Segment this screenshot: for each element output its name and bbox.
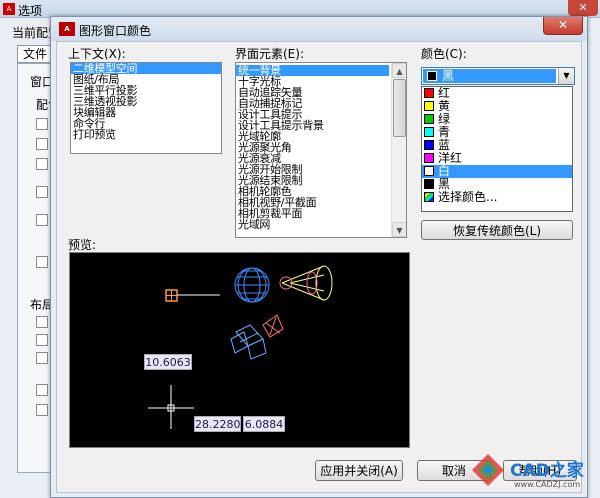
option-checkbox[interactable]: [36, 256, 48, 268]
option-checkbox[interactable]: [36, 186, 48, 198]
crosshair-cursor-icon: [148, 385, 194, 429]
dimension-radius-tooltip: 10.6063: [144, 354, 192, 370]
interface-element-label: 界面元素(E):: [235, 47, 304, 61]
color-swatch-icon: [424, 101, 434, 111]
context-listbox[interactable]: 二维模型空间 图纸/布局 三维平行投影 三维透视投影 块编辑器 命令行 打印预览: [70, 62, 222, 154]
cad-home-logo-icon: [472, 454, 504, 486]
site-watermark: CAD之家 www.CADZJ.com: [470, 448, 600, 498]
watermark-text: CAD之家: [510, 461, 584, 481]
color-swatch-icon: [424, 166, 434, 176]
black-swatch-icon: [427, 71, 437, 81]
context-item[interactable]: 打印预览: [71, 129, 221, 140]
color-swatch-icon: [424, 114, 434, 124]
context-label: 上下文(X):: [68, 47, 126, 61]
color-swatch-icon: [424, 153, 434, 163]
color-swatch-icon: [424, 88, 434, 98]
scroll-thumb[interactable]: [393, 79, 406, 137]
app-logo-icon: A: [3, 3, 15, 15]
color-palette-icon: [424, 192, 434, 202]
interface-element-items: 统一背景 十字光标 自动追踪矢量 自动捕捉标记 设计工具提示 设计工具提示背景 光域轮廓 光源…: [236, 65, 389, 235]
ucs-marker-icon: [165, 289, 220, 302]
option-checkbox[interactable]: [36, 138, 48, 150]
color-swatch-icon: [424, 179, 434, 189]
watermark-url: www.CADZJ.com: [514, 480, 581, 489]
option-checkbox[interactable]: [36, 158, 48, 170]
color-label: 颜色(C):: [421, 47, 467, 61]
color-option-label: 选择颜色...: [438, 190, 498, 204]
interface-element-scrollbar[interactable]: ▲ ▼: [391, 63, 406, 237]
spotlight-cone-icon: [279, 265, 333, 301]
scroll-up-icon[interactable]: ▲: [392, 63, 406, 78]
camera-model-icon: [230, 314, 284, 360]
option-checkbox[interactable]: [36, 316, 48, 328]
back-window-title: 选项: [18, 4, 43, 18]
interface-element-listbox[interactable]: 统一背景 十字光标 自动追踪矢量 自动捕捉标记 设计工具提示 设计工具提示背景 光域轮廓 光源…: [235, 62, 407, 238]
option-checkbox[interactable]: [36, 404, 48, 416]
apply-and-close-button[interactable]: 应用并关闭(A): [315, 460, 403, 481]
option-checkbox[interactable]: [36, 384, 48, 396]
dimension-y-tooltip: 6.0884: [243, 416, 285, 432]
color-dropdown-list[interactable]: 红黄绿青蓝洋红白黑选择颜色...: [421, 86, 573, 212]
color-swatch-icon: [424, 140, 434, 150]
restore-classic-colors-button[interactable]: 恢复传统颜色(L): [421, 220, 573, 240]
drawing-window-colors-dialog: A 图形窗口颜色 ✕ 上下文(X): 二维模型空间 图纸/布局 三维平行投影 三维透视…: [50, 16, 588, 498]
chevron-down-icon[interactable]: ▼: [558, 68, 574, 84]
dialog-content: 上下文(X): 二维模型空间 图纸/布局 三维平行投影 三维透视投影 块编辑器 命令行 打印…: [56, 41, 582, 493]
interface-element-item[interactable]: 光域网: [236, 219, 389, 230]
tab-files[interactable]: 文件: [17, 45, 53, 63]
option-checkbox[interactable]: [36, 352, 48, 364]
dialog-close-button[interactable]: ✕: [543, 17, 583, 35]
color-swatch-icon: [424, 127, 434, 137]
dialog-titlebar: A 图形窗口颜色 ✕: [51, 17, 587, 41]
preview-canvas: 10.6063 28.2280 6.0884: [69, 252, 410, 448]
globe-light-web-icon: [234, 267, 270, 303]
dialog-title: 图形窗口颜色: [79, 24, 152, 38]
color-option[interactable]: 选择颜色...: [422, 191, 572, 204]
scroll-down-icon[interactable]: ▼: [392, 222, 406, 237]
color-dropdown[interactable]: 黑 ▼: [421, 67, 575, 85]
color-dropdown-value: 黑: [442, 69, 455, 83]
option-checkbox[interactable]: [36, 334, 48, 346]
option-checkbox[interactable]: [36, 214, 48, 226]
option-checkbox[interactable]: [36, 118, 48, 130]
dimension-x-tooltip: 28.2280: [194, 416, 241, 432]
preview-label: 预览:: [68, 238, 97, 252]
app-logo-icon: A: [59, 22, 75, 36]
back-window-close-button[interactable]: ✕: [568, 0, 598, 16]
